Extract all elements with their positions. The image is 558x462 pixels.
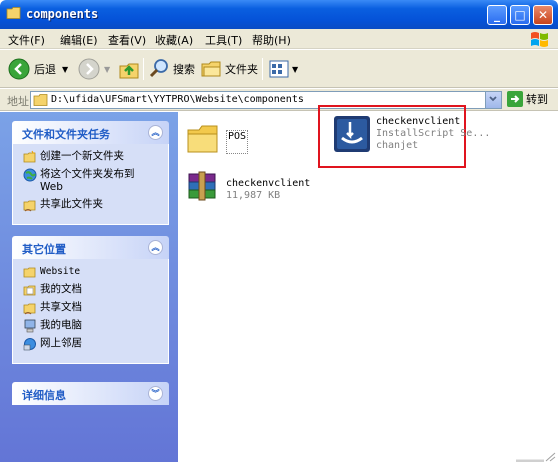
forward-button[interactable]: ▼ [78, 57, 110, 81]
expand-icon[interactable]: ︾ [148, 386, 163, 401]
task-share-folder[interactable]: 共享此文件夹 [23, 198, 160, 212]
toolbar: 后退 ▼ ▼ 搜索 文件夹 ▼ [0, 50, 558, 88]
chevron-down-icon[interactable]: ▼ [62, 65, 68, 74]
file-tasks-panel: 文件和文件夹任务 ︽ 创建一个新文件夹 将这个文件夹发布到 Web 共享此文件夹 [12, 121, 169, 225]
folder-icon [33, 94, 48, 106]
close-button[interactable]: ✕ [533, 5, 553, 25]
maximize-button[interactable]: □ [510, 5, 530, 25]
menu-view[interactable]: 查看(V) [108, 32, 146, 48]
file-name: POS [226, 130, 249, 154]
panel-title: 其它位置 [22, 243, 66, 256]
file-size: 11,987 KB [226, 190, 281, 201]
task-label: 将这个文件夹发布到 Web [40, 168, 135, 193]
panel-title: 文件和文件夹任务 [22, 128, 110, 141]
file-item-installer[interactable]: checkenvclient InstallScript Se... chanj… [334, 116, 490, 152]
menu-file[interactable]: 文件(F) [8, 32, 45, 48]
address-path: D:\ufida\UFSmart\YYTPRO\Website\componen… [51, 94, 304, 105]
menu-help[interactable]: 帮助(H) [252, 32, 291, 48]
installer-icon [334, 116, 370, 152]
file-item-archive[interactable]: checkenvclient 11,987 KB [186, 170, 310, 204]
folder-icon [187, 125, 218, 153]
forward-arrow-icon [78, 58, 100, 80]
panel-title: 详细信息 [22, 389, 66, 402]
windows-logo-icon [531, 32, 548, 47]
search-label: 搜索 [173, 63, 195, 76]
task-pane: 文件和文件夹任务 ︽ 创建一个新文件夹 将这个文件夹发布到 Web 共享此文件夹… [0, 112, 178, 462]
collapse-icon[interactable]: ︽ [148, 125, 163, 140]
collapse-icon[interactable]: ︽ [148, 240, 163, 255]
other-places-panel: 其它位置 ︽ Website 我的文档 共享文档 我的电脑 网上邻居 [12, 236, 169, 364]
task-new-folder[interactable]: 创建一个新文件夹 [23, 150, 160, 164]
up-folder-button[interactable] [118, 57, 140, 81]
menu-bar: 文件(F) 编辑(E) 查看(V) 收藏(A) 工具(T) 帮助(H) [0, 29, 558, 49]
window-title: components [26, 7, 99, 21]
rar-archive-icon [188, 171, 216, 201]
file-company: chanjet [376, 140, 419, 151]
menu-favorites[interactable]: 收藏(A) [155, 32, 193, 48]
up-folder-icon [119, 63, 139, 79]
address-bar: 地址 D:\ufida\UFSmart\YYTPRO\Website\compo… [0, 89, 558, 111]
new-folder-icon [23, 150, 36, 163]
views-button[interactable]: ▼ [268, 57, 298, 81]
address-dropdown[interactable] [485, 92, 501, 108]
menu-edit[interactable]: 编辑(E) [60, 32, 98, 48]
go-arrow-icon [507, 91, 523, 107]
chevron-down-icon[interactable]: ▼ [292, 65, 298, 74]
back-button[interactable]: 后退 ▼ [8, 57, 68, 81]
place-network[interactable]: 网上邻居 [23, 337, 160, 351]
details-panel: 详细信息 ︾ [12, 382, 169, 405]
other-places-header[interactable]: 其它位置 ︽ [12, 236, 169, 259]
back-arrow-icon [8, 58, 30, 80]
globe-icon [23, 168, 37, 182]
title-bar[interactable]: components _ □ ✕ [0, 0, 558, 29]
file-type: InstallScript Se... [376, 128, 491, 139]
details-header[interactable]: 详细信息 ︾ [12, 382, 169, 405]
search-icon [149, 59, 168, 78]
back-label: 后退 [34, 63, 56, 76]
minimize-button[interactable]: _ [487, 5, 507, 25]
file-item-pos[interactable]: POS [186, 122, 249, 154]
documents-icon [23, 285, 36, 296]
file-name: checkenvclient [376, 116, 461, 127]
task-label: 创建一个新文件夹 [40, 150, 124, 162]
views-icon [269, 60, 289, 78]
place-label: 我的文档 [40, 283, 82, 295]
file-tasks-header[interactable]: 文件和文件夹任务 ︽ [12, 121, 169, 144]
place-my-documents[interactable]: 我的文档 [23, 283, 160, 297]
folder-icon [6, 7, 21, 19]
folders-button[interactable]: 文件夹 [200, 57, 258, 81]
shared-folder-icon [23, 200, 36, 212]
menu-tools[interactable]: 工具(T) [205, 32, 242, 48]
place-website[interactable]: Website [23, 265, 160, 279]
go-button[interactable]: 转到 [507, 91, 548, 107]
resize-grip-icon[interactable] [516, 452, 558, 462]
place-my-computer[interactable]: 我的电脑 [23, 319, 160, 333]
network-icon [23, 338, 36, 351]
chevron-down-icon[interactable]: ▼ [104, 65, 110, 74]
go-label: 转到 [526, 93, 548, 106]
address-label: 地址 [7, 95, 29, 108]
place-label: 共享文档 [40, 301, 82, 313]
shared-folder-icon [23, 303, 36, 315]
file-name: checkenvclient [226, 178, 311, 189]
place-shared-documents[interactable]: 共享文档 [23, 301, 160, 315]
file-view[interactable]: POS checkenvclient InstallScript Se... c… [178, 105, 558, 462]
place-label: 网上邻居 [40, 337, 82, 349]
folders-label: 文件夹 [225, 63, 258, 76]
folders-icon [201, 61, 221, 77]
chevron-down-icon [489, 96, 497, 102]
computer-icon [24, 319, 36, 333]
place-label: 我的电脑 [40, 319, 82, 331]
task-publish-web[interactable]: 将这个文件夹发布到 Web [23, 168, 160, 194]
search-button[interactable]: 搜索 [148, 57, 195, 81]
folder-icon [23, 267, 36, 278]
task-label: 共享此文件夹 [40, 198, 103, 210]
place-label: Website [40, 266, 81, 277]
